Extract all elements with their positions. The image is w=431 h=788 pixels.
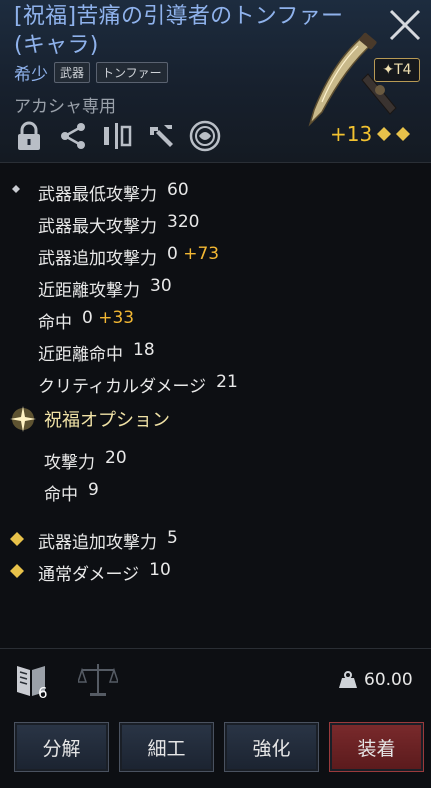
transcend-diamonds-icon — [377, 127, 411, 141]
tag-tonfa: トンファー — [96, 62, 168, 83]
stat-min-attack: 武器最低攻撃力 60 — [38, 180, 189, 205]
enhancement-value: +13 — [330, 122, 373, 146]
item-action-icons — [12, 118, 222, 154]
extra-stat-diamond-icon — [10, 532, 24, 546]
action-buttons: 分解 細工 強化 装着 — [14, 722, 424, 772]
compare-icon[interactable] — [100, 118, 134, 154]
enhance-button[interactable]: 強化 — [224, 722, 319, 772]
footer-divider — [0, 648, 431, 649]
stat-accuracy: 命中 0 +33 — [38, 308, 135, 333]
extra-stat-additional-attack: 武器追加攻撃力 5 — [38, 528, 178, 553]
stat-melee-attack: 近距離攻撃力 30 — [38, 276, 172, 301]
weight-icon — [339, 671, 357, 688]
craft-button[interactable]: 細工 — [119, 722, 214, 772]
stat-additional-attack: 武器追加攻撃力 0 +73 — [38, 244, 220, 269]
tag-weapon: 武器 — [54, 62, 91, 83]
dismantle-tool-icon[interactable] — [144, 118, 178, 154]
book-count: 6 — [38, 684, 48, 702]
blessing-star-icon — [10, 406, 36, 432]
rarity-label: 希少 — [14, 65, 48, 85]
item-header: [祝福]苦痛の引導者のトンファー(キャラ) 希少 武器 トンファー アカシャ専用 — [0, 0, 431, 163]
blessing-stat-accuracy: 命中 9 — [44, 480, 99, 505]
tier-badge: ✦T4 — [374, 58, 420, 82]
extra-stat-normal-damage: 通常ダメージ 10 — [38, 560, 171, 585]
scale-icon — [76, 664, 120, 696]
enhancement-level: +13 — [330, 122, 414, 146]
weight-value: 60.00 — [364, 670, 413, 690]
engraving-seal-icon[interactable] — [188, 118, 222, 154]
stat-max-attack: 武器最大攻撃力 320 — [38, 212, 200, 237]
trade-scale-item[interactable] — [76, 662, 120, 702]
share-icon[interactable] — [56, 118, 90, 154]
rarity-row: 希少 武器 トンファー — [14, 60, 168, 85]
blessing-stat-attack: 攻撃力 20 — [44, 448, 127, 473]
base-stat-bullet-icon — [12, 185, 20, 193]
class-exclusive-label: アカシャ専用 — [14, 97, 116, 117]
scroll-fade — [0, 592, 431, 648]
blessing-option-title: 祝福オプション — [44, 410, 170, 431]
book-item[interactable]: 6 — [14, 662, 52, 702]
equip-button[interactable]: 装着 — [329, 722, 424, 772]
extra-stat-diamond-icon — [10, 564, 24, 578]
disassemble-button[interactable]: 分解 — [14, 722, 109, 772]
footer-icons: 6 — [14, 662, 120, 702]
lock-icon[interactable] — [12, 118, 46, 154]
stat-melee-accuracy: 近距離命中 18 — [38, 340, 155, 365]
weight-display: 60.00 — [338, 670, 413, 690]
stat-critical-damage: クリティカルダメージ 21 — [38, 372, 238, 397]
